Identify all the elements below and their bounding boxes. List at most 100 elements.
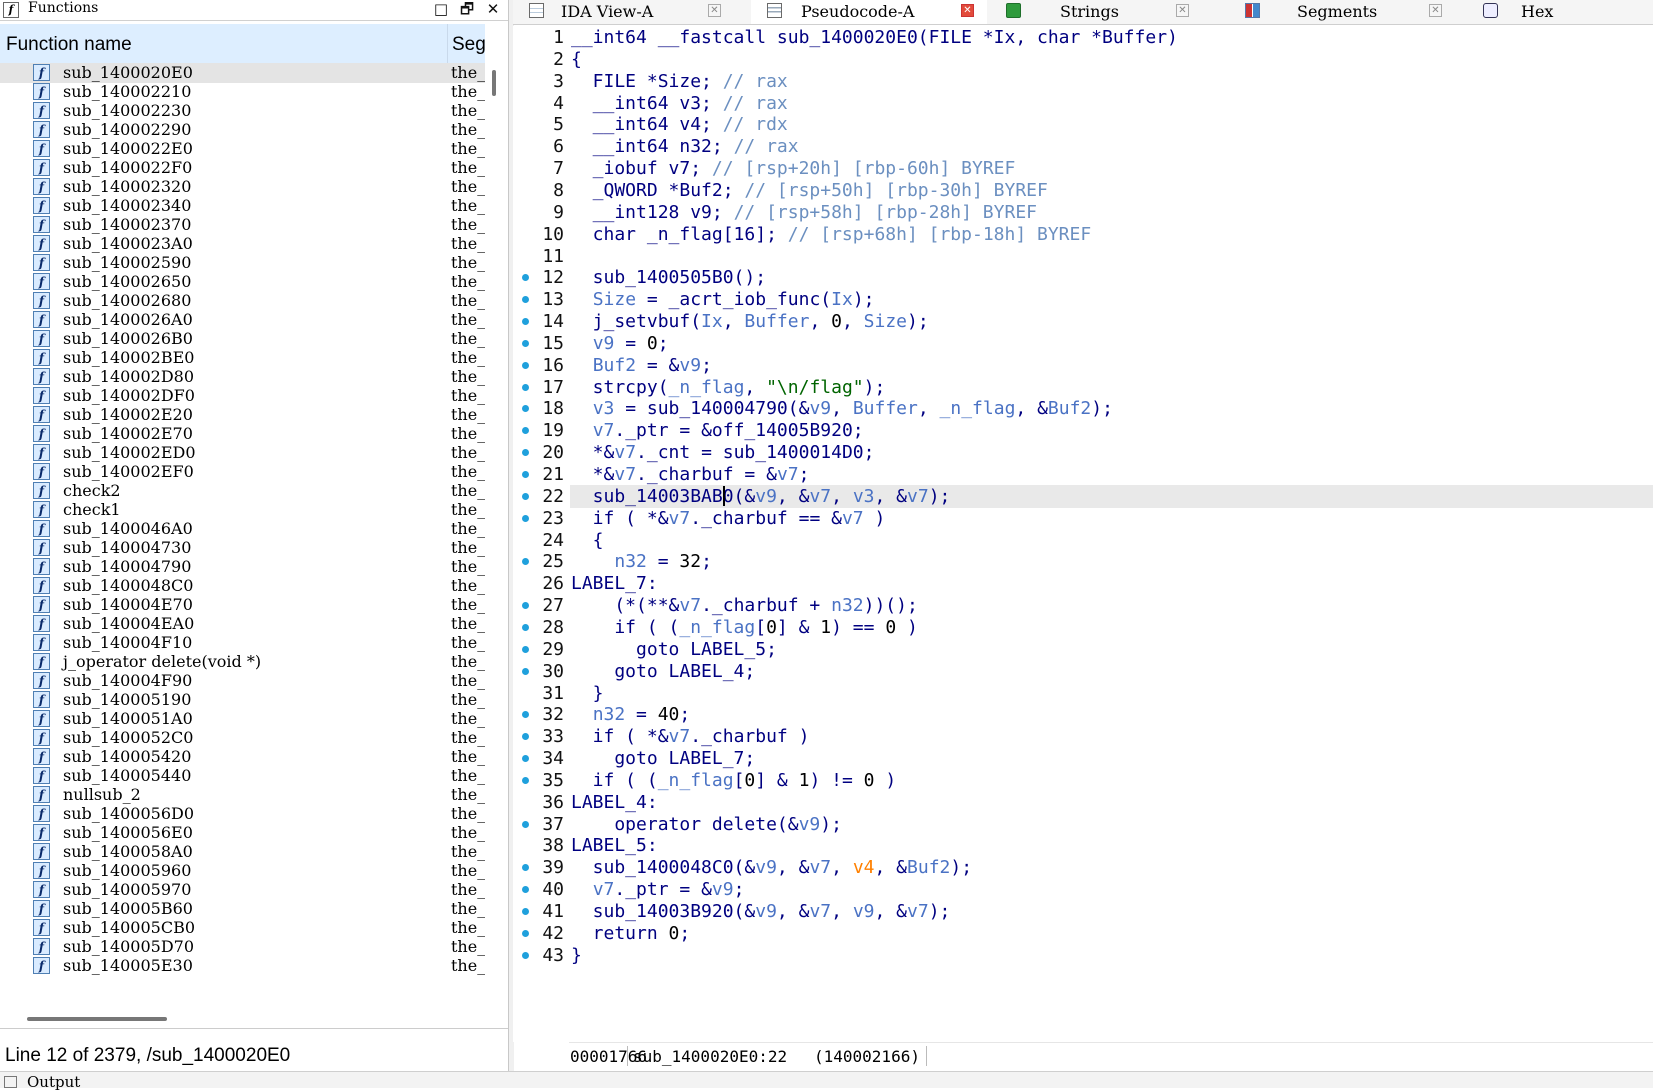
- function-row[interactable]: f sub_140002680 the_: [0, 291, 485, 311]
- tab-close-icon[interactable]: ✕: [1429, 4, 1442, 17]
- code-line[interactable]: 13 Size = _acrt_iob_func(Ix);: [513, 288, 1653, 311]
- code-line[interactable]: 33 if ( *&v7._charbuf ): [513, 725, 1653, 748]
- float-window-icon[interactable]: 🗗: [457, 0, 477, 18]
- code-line[interactable]: 2{: [513, 48, 1653, 71]
- tab-pseudocode-a[interactable]: Pseudocode-A ✕: [751, 0, 987, 24]
- function-row[interactable]: f sub_140002D80 the_: [0, 367, 485, 387]
- function-row[interactable]: f sub_1400022F0 the_: [0, 158, 485, 178]
- column-header-function-name[interactable]: Function name: [6, 34, 132, 56]
- function-row[interactable]: f sub_1400022E0 the_: [0, 139, 485, 159]
- code-line[interactable]: 21 *&v7._charbuf = &v7;: [513, 463, 1653, 486]
- code-line[interactable]: 38 LABEL_5:: [513, 834, 1653, 857]
- function-row[interactable]: f sub_140004F90 the_: [0, 671, 485, 691]
- output-panel-header[interactable]: Output: [0, 1071, 1653, 1091]
- code-line[interactable]: 4 __int64 v3; // rax: [513, 92, 1653, 115]
- code-line[interactable]: 16 Buf2 = &v9;: [513, 354, 1653, 377]
- function-row[interactable]: f sub_140002230 the_: [0, 101, 485, 121]
- scrollbar-thumb[interactable]: [27, 1017, 167, 1021]
- function-row[interactable]: f sub_140005970 the_: [0, 880, 485, 900]
- close-icon[interactable]: ✕: [483, 0, 503, 18]
- function-row[interactable]: f sub_140002ED0 the_: [0, 443, 485, 463]
- function-row[interactable]: f sub_140002E70 the_: [0, 424, 485, 444]
- code-line[interactable]: 19 v7._ptr = &off_14005B920;: [513, 419, 1653, 442]
- function-row[interactable]: f sub_140002E20 the_: [0, 405, 485, 425]
- code-line[interactable]: 10 char _n_flag[16]; // [rsp+68h] [rbp-1…: [513, 223, 1653, 246]
- code-line[interactable]: 7 _iobuf v7; // [rsp+20h] [rbp-60h] BYRE…: [513, 157, 1653, 180]
- function-row[interactable]: f sub_140002650 the_: [0, 272, 485, 292]
- function-row[interactable]: f sub_1400026A0 the_: [0, 310, 485, 330]
- code-line[interactable]: 5 __int64 v4; // rdx: [513, 113, 1653, 136]
- code-line[interactable]: 11: [513, 245, 1653, 268]
- column-separator[interactable]: [447, 24, 448, 66]
- function-row[interactable]: f j_operator delete(void *) the_: [0, 652, 485, 672]
- code-line[interactable]: 17 strcpy(_n_flag, "\n/flag");: [513, 376, 1653, 399]
- maximize-icon[interactable]: □: [431, 0, 451, 18]
- code-line[interactable]: 37 operator delete(&v9);: [513, 813, 1653, 836]
- function-row[interactable]: f sub_140005420 the_: [0, 747, 485, 767]
- tab-ida-view-a[interactable]: IDA View-A ✕: [513, 0, 739, 24]
- code-line[interactable]: 3 FILE *Size; // rax: [513, 70, 1653, 93]
- function-row[interactable]: f sub_140002DF0 the_: [0, 386, 485, 406]
- functions-horizontal-scrollbar[interactable]: [0, 1012, 485, 1026]
- function-row[interactable]: f sub_140005D70 the_: [0, 937, 485, 957]
- tab-close-icon[interactable]: ✕: [1176, 4, 1189, 17]
- function-row[interactable]: f sub_140005190 the_: [0, 690, 485, 710]
- function-row[interactable]: f sub_140004E70 the_: [0, 595, 485, 615]
- code-line[interactable]: 35 if ( (_n_flag[0] & 1) != 0 ): [513, 769, 1653, 792]
- code-line[interactable]: 25 n32 = 32;: [513, 550, 1653, 573]
- code-line[interactable]: 12 sub_1400505B0();: [513, 266, 1653, 289]
- function-row[interactable]: f nullsub_2 the_: [0, 785, 485, 805]
- functions-list[interactable]: f sub_1400020E0 the_ f sub_140002210 the_ f sub…: [0, 63, 485, 1011]
- function-row[interactable]: f sub_1400056D0 the_: [0, 804, 485, 824]
- function-row[interactable]: f sub_1400056E0 the_: [0, 823, 485, 843]
- code-line[interactable]: 8 _QWORD *Buf2; // [rsp+50h] [rbp-30h] B…: [513, 179, 1653, 202]
- code-line[interactable]: 27 (*(**&v7._charbuf + n32))();: [513, 594, 1653, 617]
- function-row[interactable]: f sub_140002290 the_: [0, 120, 485, 140]
- code-line[interactable]: 41 sub_14003B920(&v9, &v7, v9, &v7);: [513, 900, 1653, 923]
- function-row[interactable]: f check2 the_: [0, 481, 485, 501]
- tab-strings[interactable]: Strings ✕: [990, 0, 1216, 24]
- function-row[interactable]: f sub_140002320 the_: [0, 177, 485, 197]
- function-row[interactable]: f sub_140002210 the_: [0, 82, 485, 102]
- code-line[interactable]: 36 LABEL_4:: [513, 791, 1653, 814]
- code-line[interactable]: 14 j_setvbuf(Ix, Buffer, 0, Size);: [513, 310, 1653, 333]
- pseudocode-view[interactable]: 1 __int64 __fastcall sub_1400020E0(FILE *…: [513, 26, 1653, 1042]
- function-row[interactable]: f sub_1400051A0 the_: [0, 709, 485, 729]
- function-row[interactable]: f sub_140005B60 the_: [0, 899, 485, 919]
- code-line[interactable]: 22 sub_14003BAB0(&v9, &v7, v3, &v7);: [513, 485, 1653, 508]
- code-line[interactable]: 18 v3 = sub_140004790(&v9, Buffer, _n_fl…: [513, 397, 1653, 420]
- function-row[interactable]: f sub_140002340 the_: [0, 196, 485, 216]
- code-line[interactable]: 43}: [513, 944, 1653, 967]
- code-line[interactable]: 9 __int128 v9; // [rsp+58h] [rbp-28h] BY…: [513, 201, 1653, 224]
- column-header-segment[interactable]: Seg: [452, 34, 486, 56]
- code-line[interactable]: 23 if ( *&v7._charbuf == &v7 ): [513, 507, 1653, 530]
- function-row[interactable]: f sub_1400026B0 the_: [0, 329, 485, 349]
- function-row[interactable]: f sub_140005960 the_: [0, 861, 485, 881]
- code-line[interactable]: 20 *&v7._cnt = sub_1400014D0;: [513, 441, 1653, 464]
- function-row[interactable]: f sub_1400052C0 the_: [0, 728, 485, 748]
- function-row[interactable]: f sub_1400046A0 the_: [0, 519, 485, 539]
- function-row[interactable]: f sub_140005CB0 the_: [0, 918, 485, 938]
- function-row[interactable]: f sub_140002EF0 the_: [0, 462, 485, 482]
- function-row[interactable]: f sub_1400058A0 the_: [0, 842, 485, 862]
- code-line[interactable]: 28 if ( (_n_flag[0] & 1) == 0 ): [513, 616, 1653, 639]
- function-row[interactable]: f sub_140004F10 the_: [0, 633, 485, 653]
- code-line[interactable]: 1 __int64 __fastcall sub_1400020E0(FILE *…: [513, 26, 1653, 49]
- function-row[interactable]: f check1 the_: [0, 500, 485, 520]
- function-row[interactable]: f sub_140005440 the_: [0, 766, 485, 786]
- function-row[interactable]: f sub_140002BE0 the_: [0, 348, 485, 368]
- function-row[interactable]: f sub_1400048C0 the_: [0, 576, 485, 596]
- scrollbar-thumb[interactable]: [492, 70, 496, 96]
- tab-hex[interactable]: Hex: [1467, 0, 1653, 24]
- code-line[interactable]: 15 v9 = 0;: [513, 332, 1653, 355]
- function-row[interactable]: f sub_140004EA0 the_: [0, 614, 485, 634]
- function-row[interactable]: f sub_140004790 the_: [0, 557, 485, 577]
- function-row[interactable]: f sub_1400020E0 the_: [0, 63, 485, 83]
- code-line[interactable]: 39 sub_1400048C0(&v9, &v7, v4, &Buf2);: [513, 856, 1653, 879]
- code-line[interactable]: 29 goto LABEL_5;: [513, 638, 1653, 661]
- tab-segments[interactable]: Segments ✕: [1229, 0, 1455, 24]
- tab-close-icon[interactable]: ✕: [708, 4, 721, 17]
- code-line[interactable]: 34 goto LABEL_7;: [513, 747, 1653, 770]
- code-line[interactable]: 32 n32 = 40;: [513, 703, 1653, 726]
- function-row[interactable]: f sub_140004730 the_: [0, 538, 485, 558]
